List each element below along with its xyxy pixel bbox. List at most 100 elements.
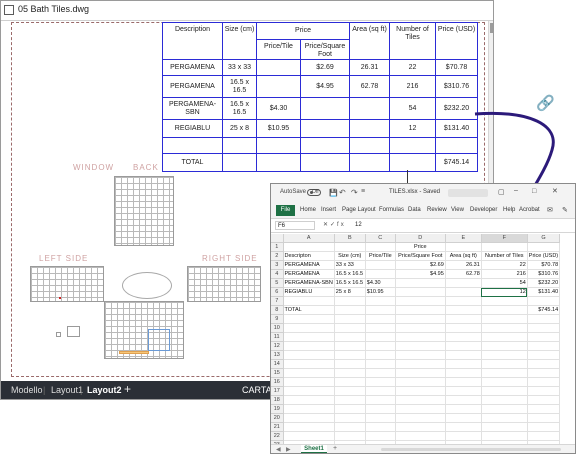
cell-b20[interactable] — [334, 413, 366, 423]
cell-e5[interactable] — [445, 278, 482, 288]
cell-g20[interactable] — [527, 413, 561, 423]
cell-a11[interactable] — [283, 332, 335, 342]
cell-c16[interactable] — [365, 377, 396, 387]
cell-f5[interactable]: 54 — [481, 278, 528, 288]
save-icon[interactable]: 💾 — [329, 189, 338, 197]
cell-e18[interactable] — [445, 395, 482, 405]
name-box[interactable]: F6 — [275, 221, 315, 230]
cell-c1[interactable] — [365, 242, 396, 252]
cell-a8[interactable]: TOTAL — [283, 305, 335, 315]
column-header-f[interactable]: F — [481, 234, 528, 243]
cell-g3[interactable]: $70.78 — [527, 260, 561, 270]
cell-d13[interactable] — [395, 350, 446, 360]
cell-d9[interactable] — [395, 314, 446, 324]
column-header-e[interactable]: E — [445, 234, 482, 243]
minimize-icon[interactable]: – — [514, 187, 518, 194]
cell-a13[interactable] — [283, 350, 335, 360]
cell-g22[interactable] — [527, 431, 561, 441]
ribbon-tab-acrobat[interactable]: Acrobat — [519, 207, 540, 213]
cell-a19[interactable] — [283, 404, 335, 414]
cell-e3[interactable]: 26.31 — [445, 260, 482, 270]
cell-f8[interactable] — [481, 305, 528, 315]
cell-a22[interactable] — [283, 431, 335, 441]
cell-a1[interactable] — [283, 242, 335, 252]
cell-c11[interactable] — [365, 332, 396, 342]
cell-a5[interactable]: PERGAMENA-SBN — [283, 278, 335, 288]
cell-c14[interactable] — [365, 359, 396, 369]
cell-f4[interactable]: 216 — [481, 269, 528, 279]
cell-g1[interactable] — [527, 242, 561, 252]
cell-f7[interactable] — [481, 296, 528, 306]
cell-e20[interactable] — [445, 413, 482, 423]
row-header[interactable]: 11 — [271, 332, 284, 342]
cell-f13[interactable] — [481, 350, 528, 360]
cell-e16[interactable] — [445, 377, 482, 387]
cell-e22[interactable] — [445, 431, 482, 441]
cell-b3[interactable]: 33 x 33 — [334, 260, 366, 270]
cell-e9[interactable] — [445, 314, 482, 324]
cell-b11[interactable] — [334, 332, 366, 342]
ribbon-tab-formulas[interactable]: Formulas — [379, 207, 404, 213]
cell-b10[interactable] — [334, 323, 366, 333]
cell-d15[interactable] — [395, 368, 446, 378]
cell-b2[interactable]: Size (cm) — [334, 251, 366, 261]
undo-icon[interactable]: ↶ — [339, 188, 346, 197]
cell-d14[interactable] — [395, 359, 446, 369]
cell-c20[interactable] — [365, 413, 396, 423]
maximize-icon[interactable]: □ — [532, 188, 536, 195]
cell-a4[interactable]: PERGAMENA — [283, 269, 335, 279]
cell-a12[interactable] — [283, 341, 335, 351]
cell-a6[interactable]: REGIABLU — [283, 287, 335, 297]
cell-f6[interactable]: 12 — [481, 287, 528, 297]
cell-e2[interactable]: Area (sq ft) — [445, 251, 482, 261]
cell-b14[interactable] — [334, 359, 366, 369]
column-header-a[interactable]: A — [283, 234, 335, 243]
cell-f19[interactable] — [481, 404, 528, 414]
cell-e10[interactable] — [445, 323, 482, 333]
cell-g8[interactable]: $745.14 — [527, 305, 561, 315]
cell-b21[interactable] — [334, 422, 366, 432]
row-header[interactable]: 18 — [271, 395, 284, 405]
cell-c22[interactable] — [365, 431, 396, 441]
cell-f10[interactable] — [481, 323, 528, 333]
cell-b5[interactable]: 16.5 x 16.5 — [334, 278, 366, 288]
cell-f2[interactable]: Number of Tiles — [481, 251, 528, 261]
row-header[interactable]: 2 — [271, 251, 284, 261]
cell-d2[interactable]: Price/Square Foot — [395, 251, 446, 261]
cell-g17[interactable] — [527, 386, 561, 396]
cell-g12[interactable] — [527, 341, 561, 351]
row-header[interactable]: 21 — [271, 422, 284, 432]
cell-a10[interactable] — [283, 323, 335, 333]
row-header[interactable]: 9 — [271, 314, 284, 324]
cell-a18[interactable] — [283, 395, 335, 405]
cell-e1[interactable] — [445, 242, 482, 252]
cell-g16[interactable] — [527, 377, 561, 387]
cell-f16[interactable] — [481, 377, 528, 387]
cell-c10[interactable] — [365, 323, 396, 333]
row-header[interactable]: 13 — [271, 350, 284, 360]
cell-f12[interactable] — [481, 341, 528, 351]
cell-a17[interactable] — [283, 386, 335, 396]
cell-c9[interactable] — [365, 314, 396, 324]
cell-e8[interactable] — [445, 305, 482, 315]
column-header-b[interactable]: B — [334, 234, 366, 243]
redo-icon[interactable]: ↷ — [351, 188, 358, 197]
ribbon-tab-home[interactable]: Home — [300, 207, 316, 213]
select-all-corner[interactable] — [271, 234, 284, 243]
row-header[interactable]: 6 — [271, 287, 284, 297]
ribbon-tab-file[interactable]: File — [276, 205, 295, 216]
row-header[interactable]: 8 — [271, 305, 284, 315]
cell-d22[interactable] — [395, 431, 446, 441]
cell-f20[interactable] — [481, 413, 528, 423]
cell-d21[interactable] — [395, 422, 446, 432]
cell-c3[interactable] — [365, 260, 396, 270]
cell-g4[interactable]: $310.76 — [527, 269, 561, 279]
add-sheet-button[interactable]: + — [333, 445, 337, 452]
cell-a21[interactable] — [283, 422, 335, 432]
cell-f17[interactable] — [481, 386, 528, 396]
cell-f15[interactable] — [481, 368, 528, 378]
row-header[interactable]: 19 — [271, 404, 284, 414]
cell-g11[interactable] — [527, 332, 561, 342]
cell-e19[interactable] — [445, 404, 482, 414]
row-header[interactable]: 17 — [271, 386, 284, 396]
